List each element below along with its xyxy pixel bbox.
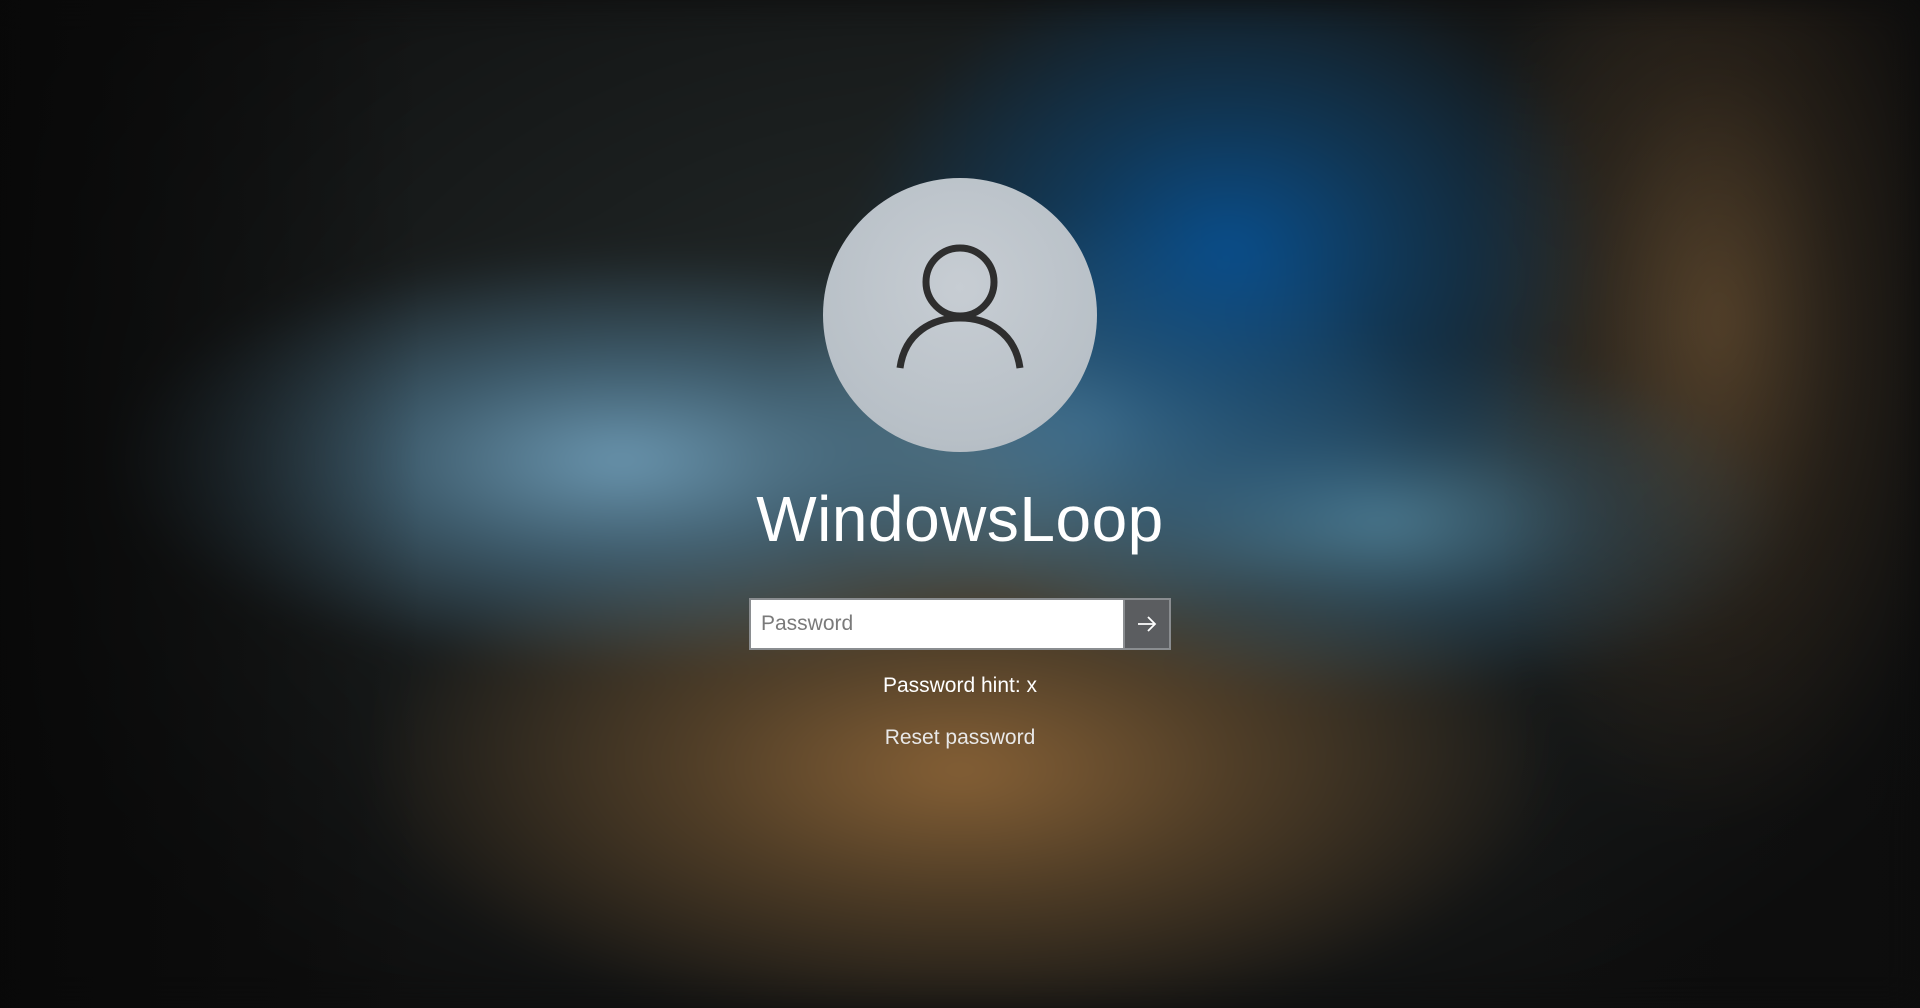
reset-password-row: Reset password: [0, 726, 1920, 750]
password-row: [749, 598, 1171, 650]
user-avatar: [823, 178, 1097, 452]
reset-password-link[interactable]: Reset password: [885, 726, 1036, 749]
submit-button[interactable]: [1125, 598, 1171, 650]
sign-in-panel: WindowsLoop Password hint: x Reset passw…: [0, 0, 1920, 1008]
password-input[interactable]: [749, 598, 1125, 650]
password-hint: Password hint: x: [882, 674, 1038, 697]
user-silhouette-icon: [896, 244, 1024, 369]
user-name: WindowsLoop: [756, 483, 1164, 555]
lock-screen: WindowsLoop Password hint: x Reset passw…: [0, 0, 1920, 1008]
arrow-right-icon: [1138, 616, 1157, 632]
